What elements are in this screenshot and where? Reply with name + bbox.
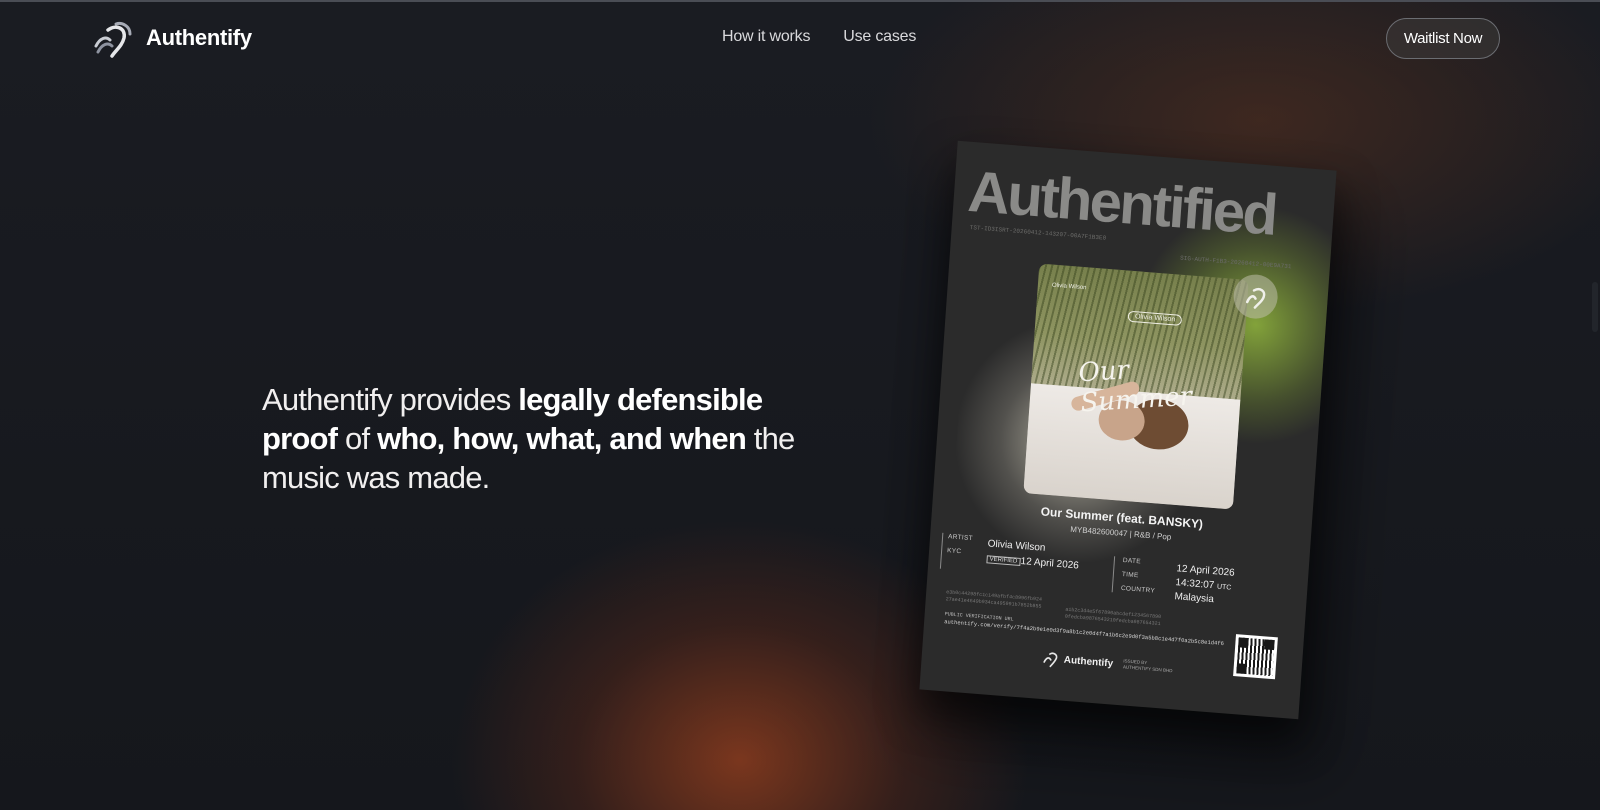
scroll-indicator[interactable]: [1592, 282, 1598, 332]
country-label: COUNTRY: [1120, 584, 1156, 595]
badge-mark-icon: [1245, 287, 1266, 309]
country-value: Malaysia: [1174, 591, 1215, 606]
top-nav: Authentify How it works Use cases Waitli…: [0, 0, 1600, 76]
nav-link-use-cases[interactable]: Use cases: [843, 28, 916, 46]
waitlist-button[interactable]: Waitlist Now: [1386, 18, 1500, 59]
qr-code-icon[interactable]: [1233, 634, 1278, 680]
time-value: 14:32:07 UTC: [1175, 577, 1232, 592]
verification-url[interactable]: authentify.com/verify/7f4a2b9e1e0d3f9a8b…: [944, 618, 1224, 647]
album-cover-image: Olivia Wilson Olivia Wilson Our Summer: [1023, 263, 1249, 510]
hash-left: e3b0c44298fc1c149afbf4c8996fb924 27ae41e…: [945, 589, 1043, 610]
brand-name: Authentify: [146, 25, 252, 50]
time-label: TIME: [1121, 570, 1139, 580]
kyc-verified-badge: VERIFIED: [986, 555, 1021, 566]
certificate-title: Authentified: [965, 158, 1278, 248]
date-label: DATE: [1122, 557, 1142, 566]
hero-heading: Authentify provides legally defensible p…: [262, 380, 822, 497]
hero-text-2: of: [337, 421, 378, 456]
cover-script-title: Our Summer: [1077, 355, 1194, 419]
hero-text-1: Authentify provides: [262, 382, 519, 417]
kyc-label: KYC: [946, 547, 962, 556]
hash-right: a1b2c3d4e5f67890abcdef1234567890 0fedcba…: [1064, 606, 1162, 628]
date-value: 12 April 2026: [1176, 563, 1236, 579]
certificate-card: Authentified TST-ID3ISRT-20260412-143207…: [919, 140, 1337, 720]
nav-link-how-it-works[interactable]: How it works: [722, 28, 810, 46]
details-divider-left: [939, 532, 944, 569]
time-value-text: 14:32:07: [1175, 577, 1215, 592]
footer-brand: Authentify: [1063, 654, 1114, 670]
qr-code-pattern: [1236, 637, 1275, 677]
authentify-logo-icon: [94, 22, 132, 58]
footer-logo-icon: [1043, 652, 1058, 668]
certificate-footer: Authentify ISSUED BY AUTHENTIFY SDN BHD: [1041, 649, 1173, 677]
brand-logo[interactable]: Authentify: [90, 16, 252, 60]
time-zone: UTC: [1216, 583, 1232, 592]
hero-bold-2: who, how, what, and when: [377, 421, 747, 456]
nav-links: How it works Use cases: [722, 28, 916, 46]
footer-issuer: ISSUED BY AUTHENTIFY SDN BHD: [1122, 658, 1173, 674]
